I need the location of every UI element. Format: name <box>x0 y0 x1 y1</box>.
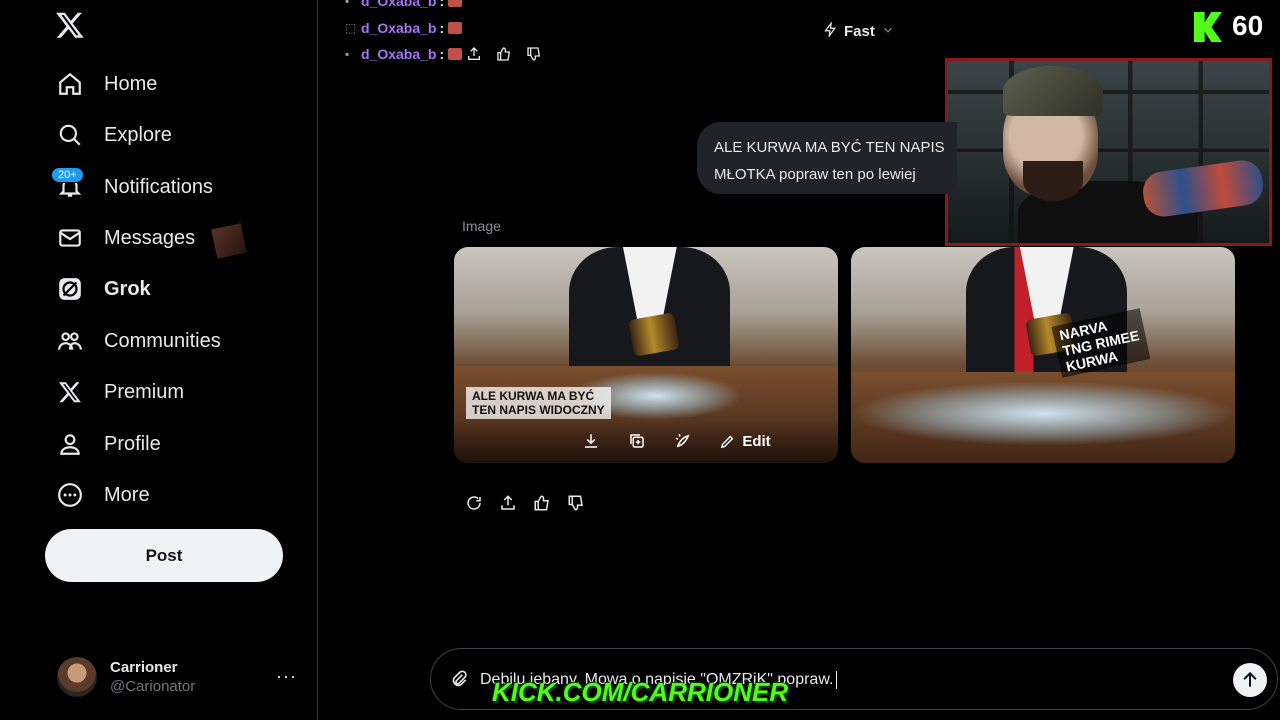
share-icon[interactable] <box>498 493 518 513</box>
chat-badge-icon: ⬚ <box>345 21 357 35</box>
thumbs-up-icon[interactable] <box>532 493 552 513</box>
nav-grok-label: Grok <box>104 277 151 300</box>
nav-more-label: More <box>104 483 150 506</box>
chat-badge-icon: ▪ <box>345 0 350 8</box>
avatar <box>57 657 97 697</box>
edit-button[interactable]: Edit <box>719 431 771 451</box>
chat-emote-icon <box>448 22 463 34</box>
nav-premium-label: Premium <box>104 380 185 403</box>
chat-separator: : <box>439 46 445 62</box>
chat-username: d_Oxaba_b <box>361 0 437 9</box>
sidebar: Home Explore 20+ Notifications Messages … <box>0 0 318 720</box>
text-caret <box>836 671 838 689</box>
grok-icon <box>57 276 83 302</box>
chevron-down-icon <box>881 23 895 41</box>
chat-emote-icon <box>448 48 463 60</box>
arrow-up-icon <box>1243 671 1257 687</box>
thumbs-up-icon[interactable] <box>496 46 512 67</box>
nav-communities-label: Communities <box>104 329 221 352</box>
account-switcher[interactable]: Carrioner @Carionator ··· <box>45 648 307 706</box>
nav-home[interactable]: Home <box>45 60 169 108</box>
account-handle: @Carionator <box>110 678 196 695</box>
user-message-line: MŁOTKA popraw ten po lewiej <box>714 166 916 183</box>
nav-grok[interactable]: Grok <box>45 265 163 313</box>
nav-explore[interactable]: Explore <box>45 111 184 159</box>
person-icon <box>57 431 83 457</box>
animate-icon[interactable] <box>673 431 693 451</box>
mail-icon <box>57 225 83 251</box>
nav-messages[interactable]: Messages <box>45 214 207 262</box>
chat-separator: : <box>439 0 445 9</box>
nav-profile[interactable]: Profile <box>45 420 173 468</box>
nav-messages-label: Messages <box>104 226 196 249</box>
response-actions <box>464 493 586 513</box>
nav-home-label: Home <box>104 72 158 95</box>
messages-thumbnail-image <box>211 223 247 259</box>
streamer-cap <box>1003 66 1103 116</box>
more-dots-icon[interactable]: ··· <box>276 666 297 687</box>
chat-separator: : <box>439 20 445 36</box>
image-overlay-line: TEN NAPIS WIDOCZNY <box>472 403 605 417</box>
previous-response-actions <box>466 46 542 67</box>
chat-line: ⬚ d_Oxaba_b : <box>345 20 463 36</box>
viewer-count: 60 <box>1232 10 1264 41</box>
download-icon[interactable] <box>581 431 601 451</box>
kick-logo-icon <box>1194 12 1222 42</box>
nav-notifications[interactable]: 20+ Notifications <box>45 163 225 211</box>
chat-badge-icon: ▪ <box>345 47 350 61</box>
pencil-icon <box>721 435 734 448</box>
paperclip-icon[interactable] <box>449 669 469 691</box>
search-icon <box>57 122 83 148</box>
thumbs-down-icon[interactable] <box>566 493 586 513</box>
edit-label: Edit <box>742 432 771 450</box>
people-icon <box>57 328 83 354</box>
chat-emote-icon <box>448 0 463 7</box>
image-section-label: Image <box>462 218 501 234</box>
chat-username: d_Oxaba_b <box>361 20 437 36</box>
courtroom-scene <box>851 247 1235 463</box>
image-overlay-text: ALE KURWA MA BYĆ TEN NAPIS WIDOCZNY <box>466 387 611 419</box>
post-button[interactable]: Post <box>45 529 283 582</box>
nav-more[interactable]: More <box>45 471 162 519</box>
x-logo-icon[interactable] <box>55 10 87 42</box>
mode-selector[interactable]: Fast <box>823 20 895 41</box>
account-name: Carrioner <box>110 659 178 676</box>
nav-communities[interactable]: Communities <box>45 317 233 365</box>
chat-line: ▪ d_Oxaba_b : <box>345 0 463 9</box>
share-icon[interactable] <box>466 46 482 67</box>
thumbs-down-icon[interactable] <box>526 46 542 67</box>
user-message-bubble: ALE KURWA MA BYĆ TEN NAPIS MŁOTKA popraw… <box>697 122 957 194</box>
lightning-icon <box>823 20 838 41</box>
streamer-beard <box>1023 161 1083 201</box>
chat-line: ▪ d_Oxaba_b : <box>345 46 463 62</box>
webcam-overlay <box>945 58 1272 246</box>
shattered-glass <box>851 380 1235 446</box>
kick-url-watermark: KICK.COM/CARRIONER <box>492 677 789 707</box>
home-icon <box>57 71 83 97</box>
notifications-badge: 20+ <box>51 167 84 183</box>
x-icon <box>57 379 83 405</box>
image-toolbar: Edit <box>454 419 838 463</box>
send-button[interactable] <box>1233 663 1267 697</box>
generated-image[interactable]: NARVA TNG RIMEE KURWA <box>851 247 1235 463</box>
more-circle-icon <box>57 482 83 508</box>
nav-profile-label: Profile <box>104 432 161 455</box>
mode-label: Fast <box>844 23 875 40</box>
add-copy-icon[interactable] <box>627 431 647 451</box>
generated-image[interactable]: ALE KURWA MA BYĆ TEN NAPIS WIDOCZNY Edit <box>454 247 838 463</box>
chat-username: d_Oxaba_b <box>361 46 437 62</box>
nav-premium[interactable]: Premium <box>45 368 196 416</box>
regenerate-icon[interactable] <box>464 493 484 513</box>
user-message-line: ALE KURWA MA BYĆ TEN NAPIS <box>714 139 945 156</box>
image-overlay-line: ALE KURWA MA BYĆ <box>472 389 595 403</box>
nav-explore-label: Explore <box>104 123 172 146</box>
nav-notifications-label: Notifications <box>104 175 213 198</box>
